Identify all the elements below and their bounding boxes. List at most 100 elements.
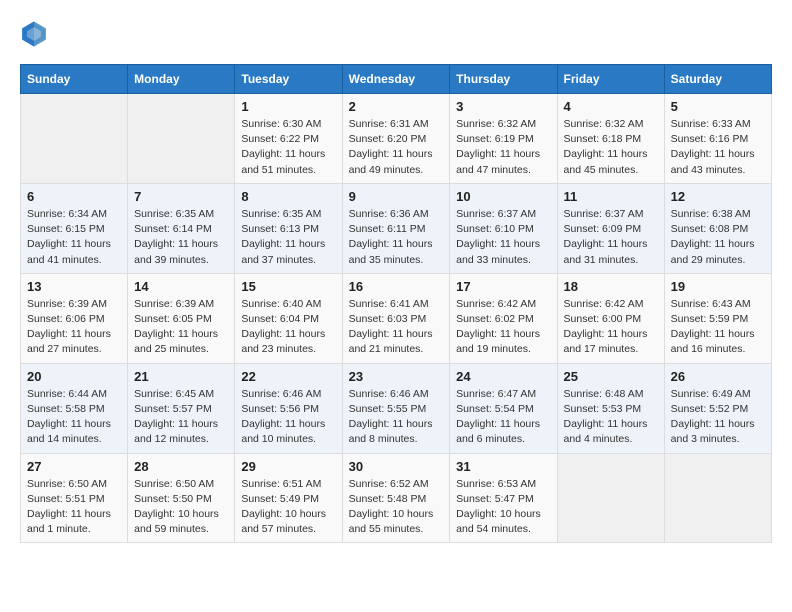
day-info: Sunrise: 6:32 AMSunset: 6:19 PMDaylight:…	[456, 117, 550, 178]
day-info: Sunrise: 6:32 AMSunset: 6:18 PMDaylight:…	[564, 117, 658, 178]
calendar-cell: 8 Sunrise: 6:35 AMSunset: 6:13 PMDaylight…	[235, 183, 342, 273]
calendar-cell: 9 Sunrise: 6:36 AMSunset: 6:11 PMDaylight…	[342, 183, 450, 273]
calendar-cell: 22 Sunrise: 6:46 AMSunset: 5:56 PMDayligh…	[235, 363, 342, 453]
day-number: 16	[349, 279, 444, 294]
day-info: Sunrise: 6:44 AMSunset: 5:58 PMDaylight:…	[27, 387, 121, 448]
day-info: Sunrise: 6:42 AMSunset: 6:02 PMDaylight:…	[456, 297, 550, 358]
calendar-cell: 18 Sunrise: 6:42 AMSunset: 6:00 PMDayligh…	[557, 273, 664, 363]
calendar-week-row: 1 Sunrise: 6:30 AMSunset: 6:22 PMDaylight…	[21, 94, 772, 184]
day-number: 18	[564, 279, 658, 294]
day-number: 6	[27, 189, 121, 204]
day-number: 30	[349, 459, 444, 474]
day-number: 5	[671, 99, 765, 114]
day-info: Sunrise: 6:51 AMSunset: 5:49 PMDaylight:…	[241, 477, 335, 538]
calendar-cell: 12Sunrise: 6:38 AMSunset: 6:08 PMDayligh…	[664, 183, 771, 273]
calendar-cell: 30 Sunrise: 6:52 AMSunset: 5:48 PMDayligh…	[342, 453, 450, 543]
day-number: 10	[456, 189, 550, 204]
day-number: 25	[564, 369, 658, 384]
weekday-header: Wednesday	[342, 65, 450, 94]
calendar-cell: 16 Sunrise: 6:41 AMSunset: 6:03 PMDayligh…	[342, 273, 450, 363]
calendar-cell: 17 Sunrise: 6:42 AMSunset: 6:02 PMDayligh…	[450, 273, 557, 363]
calendar-cell: 3 Sunrise: 6:32 AMSunset: 6:19 PMDaylight…	[450, 94, 557, 184]
calendar-cell: 29 Sunrise: 6:51 AMSunset: 5:49 PMDayligh…	[235, 453, 342, 543]
calendar-cell: 19Sunrise: 6:43 AMSunset: 5:59 PMDayligh…	[664, 273, 771, 363]
logo-icon	[20, 20, 48, 48]
calendar-cell: 1 Sunrise: 6:30 AMSunset: 6:22 PMDaylight…	[235, 94, 342, 184]
calendar-cell: 28 Sunrise: 6:50 AMSunset: 5:50 PMDayligh…	[128, 453, 235, 543]
day-info: Sunrise: 6:46 AMSunset: 5:55 PMDaylight:…	[349, 387, 444, 448]
day-number: 31	[456, 459, 550, 474]
day-number: 24	[456, 369, 550, 384]
day-info: Sunrise: 6:50 AMSunset: 5:51 PMDaylight:…	[27, 477, 121, 538]
day-number: 17	[456, 279, 550, 294]
calendar-cell: 4 Sunrise: 6:32 AMSunset: 6:18 PMDaylight…	[557, 94, 664, 184]
calendar-cell: 13 Sunrise: 6:39 AMSunset: 6:06 PMDayligh…	[21, 273, 128, 363]
day-number: 22	[241, 369, 335, 384]
calendar-week-row: 20Sunrise: 6:44 AMSunset: 5:58 PMDayligh…	[21, 363, 772, 453]
day-number: 2	[349, 99, 444, 114]
calendar-cell: 6 Sunrise: 6:34 AMSunset: 6:15 PMDaylight…	[21, 183, 128, 273]
day-number: 12	[671, 189, 765, 204]
day-info: Sunrise: 6:39 AMSunset: 6:05 PMDaylight:…	[134, 297, 228, 358]
calendar-cell: 15 Sunrise: 6:40 AMSunset: 6:04 PMDayligh…	[235, 273, 342, 363]
day-info: Sunrise: 6:47 AMSunset: 5:54 PMDaylight:…	[456, 387, 550, 448]
day-number: 3	[456, 99, 550, 114]
calendar-cell	[557, 453, 664, 543]
calendar-cell: 23 Sunrise: 6:46 AMSunset: 5:55 PMDayligh…	[342, 363, 450, 453]
calendar-cell: 10 Sunrise: 6:37 AMSunset: 6:10 PMDayligh…	[450, 183, 557, 273]
calendar-cell: 24 Sunrise: 6:47 AMSunset: 5:54 PMDayligh…	[450, 363, 557, 453]
calendar-cell: 5 Sunrise: 6:33 AMSunset: 6:16 PMDaylight…	[664, 94, 771, 184]
weekday-header: Tuesday	[235, 65, 342, 94]
day-info: Sunrise: 6:48 AMSunset: 5:53 PMDaylight:…	[564, 387, 658, 448]
day-number: 8	[241, 189, 335, 204]
day-info: Sunrise: 6:41 AMSunset: 6:03 PMDaylight:…	[349, 297, 444, 358]
calendar-cell: 27 Sunrise: 6:50 AMSunset: 5:51 PMDayligh…	[21, 453, 128, 543]
page-header	[20, 20, 772, 48]
day-number: 29	[241, 459, 335, 474]
logo	[20, 20, 52, 48]
day-info: Sunrise: 6:37 AMSunset: 6:10 PMDaylight:…	[456, 207, 550, 268]
day-info: Sunrise: 6:42 AMSunset: 6:00 PMDaylight:…	[564, 297, 658, 358]
weekday-header: Friday	[557, 65, 664, 94]
day-info: Sunrise: 6:53 AMSunset: 5:47 PMDaylight:…	[456, 477, 550, 538]
calendar-table: SundayMondayTuesdayWednesdayThursdayFrid…	[20, 64, 772, 543]
day-info: Sunrise: 6:52 AMSunset: 5:48 PMDaylight:…	[349, 477, 444, 538]
day-number: 13	[27, 279, 121, 294]
weekday-header: Thursday	[450, 65, 557, 94]
day-info: Sunrise: 6:40 AMSunset: 6:04 PMDaylight:…	[241, 297, 335, 358]
calendar-body: 1 Sunrise: 6:30 AMSunset: 6:22 PMDaylight…	[21, 94, 772, 543]
day-number: 7	[134, 189, 228, 204]
day-number: 15	[241, 279, 335, 294]
calendar-cell: 7 Sunrise: 6:35 AMSunset: 6:14 PMDaylight…	[128, 183, 235, 273]
calendar-week-row: 13 Sunrise: 6:39 AMSunset: 6:06 PMDayligh…	[21, 273, 772, 363]
day-info: Sunrise: 6:30 AMSunset: 6:22 PMDaylight:…	[241, 117, 335, 178]
weekday-header: Sunday	[21, 65, 128, 94]
day-info: Sunrise: 6:34 AMSunset: 6:15 PMDaylight:…	[27, 207, 121, 268]
day-info: Sunrise: 6:35 AMSunset: 6:14 PMDaylight:…	[134, 207, 228, 268]
day-info: Sunrise: 6:46 AMSunset: 5:56 PMDaylight:…	[241, 387, 335, 448]
day-info: Sunrise: 6:50 AMSunset: 5:50 PMDaylight:…	[134, 477, 228, 538]
day-number: 27	[27, 459, 121, 474]
calendar-cell: 21Sunrise: 6:45 AMSunset: 5:57 PMDayligh…	[128, 363, 235, 453]
day-number: 26	[671, 369, 765, 384]
calendar-cell: 31 Sunrise: 6:53 AMSunset: 5:47 PMDayligh…	[450, 453, 557, 543]
calendar-cell: 11Sunrise: 6:37 AMSunset: 6:09 PMDayligh…	[557, 183, 664, 273]
day-info: Sunrise: 6:36 AMSunset: 6:11 PMDaylight:…	[349, 207, 444, 268]
day-info: Sunrise: 6:31 AMSunset: 6:20 PMDaylight:…	[349, 117, 444, 178]
calendar-cell: 25 Sunrise: 6:48 AMSunset: 5:53 PMDayligh…	[557, 363, 664, 453]
weekday-header: Monday	[128, 65, 235, 94]
day-info: Sunrise: 6:33 AMSunset: 6:16 PMDaylight:…	[671, 117, 765, 178]
day-number: 23	[349, 369, 444, 384]
day-info: Sunrise: 6:35 AMSunset: 6:13 PMDaylight:…	[241, 207, 335, 268]
day-number: 4	[564, 99, 658, 114]
day-number: 1	[241, 99, 335, 114]
weekday-header: Saturday	[664, 65, 771, 94]
day-info: Sunrise: 6:39 AMSunset: 6:06 PMDaylight:…	[27, 297, 121, 358]
day-number: 14	[134, 279, 228, 294]
day-info: Sunrise: 6:49 AMSunset: 5:52 PMDaylight:…	[671, 387, 765, 448]
day-number: 9	[349, 189, 444, 204]
day-number: 11	[564, 189, 658, 204]
calendar-cell	[664, 453, 771, 543]
day-info: Sunrise: 6:43 AMSunset: 5:59 PMDaylight:…	[671, 297, 765, 358]
day-number: 28	[134, 459, 228, 474]
